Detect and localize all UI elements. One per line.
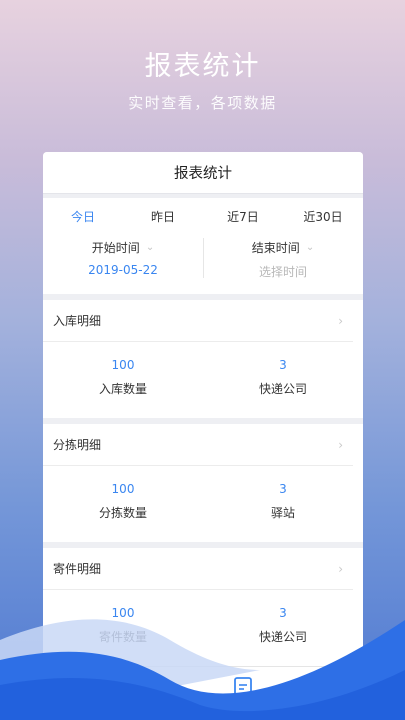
user-icon[interactable]	[311, 677, 333, 703]
chevron-down-icon: ⌄	[305, 242, 315, 253]
tab-yesterday[interactable]: 昨日	[123, 208, 203, 225]
stat-courier-companies: 3 快递公司	[203, 606, 363, 645]
stat-value: 3	[279, 606, 287, 620]
chevron-down-icon: ⌄	[145, 242, 155, 253]
nav-bar: 报表统计	[43, 152, 363, 194]
stat-value: 3	[279, 482, 287, 496]
chevron-right-icon: ›	[338, 561, 343, 576]
date-range-row: 开始时间 ⌄ 2019-05-22 结束时间 ⌄ 选择时间	[43, 234, 363, 286]
section-title: 分拣明细	[53, 438, 102, 452]
report-icon[interactable]	[233, 677, 253, 703]
stat-label: 快递公司	[258, 382, 307, 396]
stat-label: 驿站	[270, 506, 295, 520]
stat-value: 3	[279, 358, 287, 372]
stat-value: 100	[111, 358, 135, 372]
hero-subtitle: 实时查看，各项数据	[128, 94, 277, 112]
end-date-picker[interactable]: 结束时间 ⌄ 选择时间	[203, 234, 363, 286]
start-date-label: 开始时间	[91, 241, 140, 255]
date-filter-panel: 今日 昨日 近7日 近30日 开始时间 ⌄ 2019-05-22 结束时间 ⌄ …	[43, 198, 363, 294]
stat-label: 快递公司	[258, 630, 307, 644]
bottom-tab-bar	[43, 666, 363, 720]
tab-today[interactable]: 今日	[43, 208, 123, 225]
stat-label: 分拣数量	[98, 506, 147, 520]
sending-details-card: 寄件明细 › 100 寄件数量 3 快递公司	[43, 548, 363, 666]
start-date-picker[interactable]: 开始时间 ⌄ 2019-05-22	[43, 234, 203, 286]
phone-screen: 报表统计 今日 昨日 近7日 近30日 开始时间 ⌄ 2019-05-22 结束…	[43, 152, 363, 720]
tab-last-30-days[interactable]: 近30日	[283, 208, 363, 225]
hero-title: 报表统计	[144, 51, 261, 82]
chevron-right-icon: ›	[338, 437, 343, 452]
end-date-placeholder: 选择时间	[258, 265, 307, 279]
section-title: 寄件明细	[53, 562, 102, 576]
inbound-details-card: 入库明细 › 100 入库数量 3 快递公司	[43, 300, 363, 418]
start-date-value: 2019-05-22	[88, 263, 158, 277]
stat-inbound-count: 100 入库数量	[43, 358, 203, 397]
tab-last-7-days[interactable]: 近7日	[203, 208, 283, 225]
sending-details-header[interactable]: 寄件明细 ›	[43, 548, 353, 590]
sorting-details-header[interactable]: 分拣明细 ›	[43, 424, 353, 466]
stat-value: 100	[111, 606, 135, 620]
chevron-right-icon: ›	[338, 313, 343, 328]
stat-value: 100	[111, 482, 135, 496]
page-title: 报表统计	[174, 166, 232, 182]
stat-courier-companies: 3 快递公司	[203, 358, 363, 397]
stat-sending-count: 100 寄件数量	[43, 606, 203, 645]
stat-stations: 3 驿站	[203, 482, 363, 521]
stat-label: 入库数量	[98, 382, 147, 396]
inbound-details-header[interactable]: 入库明细 ›	[43, 300, 353, 342]
section-title: 入库明细	[53, 314, 102, 328]
sorting-details-card: 分拣明细 › 100 分拣数量 3 驿站	[43, 424, 363, 542]
end-date-label: 结束时间	[251, 241, 300, 255]
stat-label: 寄件数量	[98, 630, 147, 644]
range-tabs: 今日 昨日 近7日 近30日	[43, 198, 363, 234]
stat-sorting-count: 100 分拣数量	[43, 482, 203, 521]
